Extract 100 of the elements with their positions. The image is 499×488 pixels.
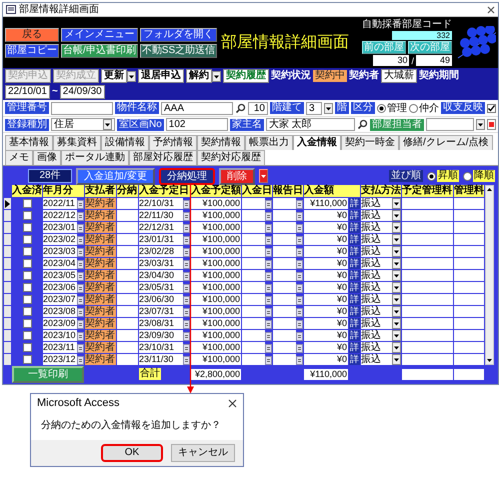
calendar-icon[interactable] — [183, 342, 190, 352]
clear-icon[interactable] — [487, 119, 496, 130]
calendar-icon[interactable] — [265, 342, 272, 352]
scroll-down-icon[interactable] — [486, 357, 493, 364]
detail-button[interactable]: 詳 — [349, 318, 360, 329]
calendar-icon[interactable] — [265, 270, 272, 280]
calendar-icon[interactable] — [77, 354, 84, 364]
checkbox[interactable] — [22, 247, 32, 256]
tab[interactable]: 入金情報 — [293, 135, 341, 150]
tab[interactable]: メモ — [5, 150, 33, 165]
tab[interactable]: 設備情報 — [101, 135, 149, 150]
calendar-icon[interactable] — [265, 246, 272, 256]
detail-button[interactable]: 詳 — [349, 210, 360, 221]
checkbox[interactable] — [22, 331, 32, 340]
tab[interactable]: 修繕/クレーム/点検 — [399, 135, 493, 150]
checkbox[interactable] — [22, 295, 32, 304]
detail-button[interactable]: 詳 — [349, 246, 360, 257]
checkbox[interactable] — [22, 283, 32, 292]
calendar-icon[interactable] — [265, 282, 272, 292]
calendar-icon[interactable] — [265, 318, 272, 328]
detail-button[interactable]: 詳 — [349, 258, 360, 269]
method-dropdown[interactable]: 振込 — [361, 270, 401, 281]
text-field[interactable] — [426, 118, 474, 131]
text-field[interactable]: 大城薪 — [381, 69, 417, 83]
contract-button[interactable]: 契約履歴 — [223, 69, 269, 83]
tab[interactable]: 基本情報 — [5, 135, 53, 150]
detail-button[interactable]: 詳 — [349, 306, 360, 317]
contract-button[interactable]: 解約 — [186, 69, 212, 83]
text-field[interactable] — [51, 102, 113, 114]
text-field[interactable]: 102 — [166, 118, 228, 131]
number-field[interactable]: 3 — [306, 102, 322, 114]
calendar-icon[interactable] — [77, 294, 84, 304]
nav-button[interactable]: 不動SS之助送信 — [140, 44, 218, 58]
print-button[interactable]: 一覧印刷 — [12, 366, 84, 382]
tab[interactable]: 帳票出力 — [245, 135, 293, 150]
calendar-icon[interactable] — [77, 210, 84, 220]
ok-button[interactable]: OK — [101, 444, 163, 462]
detail-button[interactable]: 詳 — [349, 270, 360, 281]
method-dropdown[interactable]: 振込 — [361, 222, 401, 233]
calendar-icon[interactable] — [296, 270, 303, 280]
calendar-icon[interactable] — [183, 222, 190, 232]
text-field[interactable]: 大家 太郎 — [266, 118, 355, 131]
calendar-icon[interactable] — [265, 234, 272, 244]
scrollbar[interactable] — [485, 185, 494, 365]
calendar-icon[interactable] — [265, 210, 272, 220]
checkbox[interactable] — [22, 355, 32, 364]
radio-button[interactable] — [427, 172, 436, 180]
detail-button[interactable]: 詳 — [349, 294, 360, 305]
scroll-up-icon[interactable] — [486, 186, 493, 193]
calendar-icon[interactable] — [296, 294, 303, 304]
calendar-icon[interactable] — [265, 258, 272, 268]
calendar-icon[interactable] — [296, 306, 303, 316]
calendar-icon[interactable] — [296, 198, 303, 208]
method-dropdown[interactable]: 振込 — [361, 210, 401, 221]
date-field[interactable]: 22/10/01 — [5, 85, 50, 99]
close-icon[interactable] — [487, 6, 495, 14]
calendar-icon[interactable] — [183, 294, 190, 304]
calendar-icon[interactable] — [77, 222, 84, 232]
calendar-icon[interactable] — [77, 330, 84, 340]
checkbox[interactable] — [22, 271, 32, 280]
calendar-icon[interactable] — [77, 234, 84, 244]
calendar-icon[interactable] — [296, 234, 303, 244]
tab[interactable]: 募集資料 — [53, 135, 101, 150]
text-field[interactable]: AAA — [161, 102, 233, 114]
search-icon[interactable] — [235, 102, 246, 114]
calendar-icon[interactable] — [77, 318, 84, 328]
delete-button[interactable]: 削除 — [218, 168, 255, 184]
nav-button[interactable]: 戻る — [5, 28, 59, 42]
date-field[interactable]: 24/09/30 — [60, 85, 105, 99]
method-dropdown[interactable]: 振込 — [361, 330, 401, 341]
checkbox[interactable] — [22, 199, 32, 208]
radio-button[interactable] — [463, 172, 472, 180]
action-button[interactable]: 入金追加/変更 — [76, 168, 155, 184]
contract-button[interactable]: 退居申込 — [138, 69, 184, 83]
dropdown-field[interactable]: 住居 — [51, 118, 115, 131]
tab[interactable]: 契約一時金 — [341, 135, 399, 150]
detail-button[interactable]: 詳 — [349, 222, 360, 233]
method-dropdown[interactable]: 振込 — [361, 258, 401, 269]
calendar-icon[interactable] — [77, 198, 84, 208]
record-selector[interactable] — [4, 198, 11, 209]
search-icon[interactable] — [357, 119, 368, 130]
tab[interactable]: 契約情報 — [197, 135, 245, 150]
calendar-icon[interactable] — [183, 198, 190, 208]
method-dropdown[interactable]: 振込 — [361, 198, 401, 209]
calendar-icon[interactable] — [265, 222, 272, 232]
calendar-icon[interactable] — [183, 210, 190, 220]
calendar-icon[interactable] — [296, 246, 303, 256]
calendar-icon[interactable] — [296, 330, 303, 340]
nav-button[interactable]: フォルダを開く — [140, 28, 218, 42]
calendar-icon[interactable] — [183, 330, 190, 340]
calendar-icon[interactable] — [296, 210, 303, 220]
detail-button[interactable]: 詳 — [349, 342, 360, 353]
method-dropdown[interactable]: 振込 — [361, 294, 401, 305]
calendar-icon[interactable] — [296, 318, 303, 328]
checkbox[interactable] — [22, 259, 32, 268]
checkbox[interactable] — [22, 223, 32, 232]
tab[interactable]: 予約情報 — [149, 135, 197, 150]
tab[interactable]: 部屋対応履歴 — [129, 150, 197, 165]
method-dropdown[interactable]: 振込 — [361, 234, 401, 245]
calendar-icon[interactable] — [77, 258, 84, 268]
